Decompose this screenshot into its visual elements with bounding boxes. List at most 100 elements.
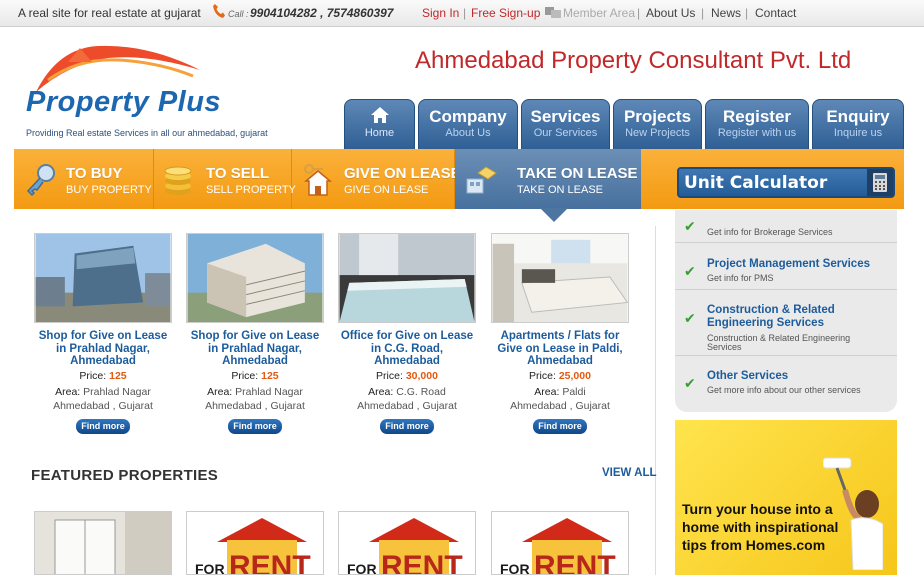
nav-tab-subtitle: About Us <box>445 127 491 139</box>
nav-tab-title: Register <box>722 107 792 126</box>
category-title: GIVE ON LEASE <box>344 165 461 182</box>
service-title: Project Management Services <box>707 258 870 270</box>
area-value: Paldi <box>562 385 586 398</box>
logo-text: Property Plus <box>26 86 222 118</box>
property-photo[interactable] <box>491 233 629 323</box>
price-value: 25,000 <box>558 369 591 382</box>
member-icon <box>545 5 561 21</box>
featured-property-photo[interactable] <box>34 511 172 575</box>
featured-property-photo[interactable]: FOR RENT <box>491 511 629 575</box>
property-title-line: Office for Give on Lease <box>340 330 474 342</box>
top-bar: A real site for real estate at gujarat C… <box>0 0 924 27</box>
tagline: A real site for real estate at gujarat <box>18 6 201 20</box>
nav-tab-subtitle: New Projects <box>625 127 690 139</box>
ad-line: Turn your house into a <box>682 501 833 517</box>
service-item-construction[interactable]: ✔ Construction & Related Engineering Ser… <box>675 290 897 356</box>
member-area-link[interactable]: Member Area <box>563 6 635 20</box>
property-price: Price: 25,000 <box>491 370 629 382</box>
category-title: TAKE ON LEASE <box>517 165 638 182</box>
find-more-button[interactable]: Find more <box>228 418 282 434</box>
nav-tab-projects[interactable]: Projects New Projects <box>613 99 702 150</box>
featured-property-photo[interactable]: FOR RENT <box>338 511 476 575</box>
nav-tab-subtitle: Register with us <box>717 127 797 139</box>
area-label: Area: <box>55 385 81 398</box>
unit-calculator-button[interactable]: Unit Calculator <box>677 167 895 198</box>
homes-ad-banner[interactable]: Turn your house into a home with inspira… <box>675 420 897 575</box>
property-photo[interactable] <box>338 233 476 323</box>
service-title: Other Services <box>707 370 789 382</box>
property-title[interactable]: Apartments / Flats for Give on Lease in P… <box>491 330 629 368</box>
category-to-buy[interactable]: TO BUY BUY PROPERTY <box>14 149 154 209</box>
property-city: Ahmedabad , Gujarat <box>205 399 305 412</box>
area-label: Area: <box>534 385 560 398</box>
for-rent-sign-icon: FOR RENT <box>195 518 311 574</box>
area-value: Prahlad Nagar <box>235 385 303 398</box>
check-icon: ✔ <box>684 310 696 326</box>
service-item-other[interactable]: ✔ Other Services Get more info about our… <box>675 356 897 402</box>
service-item-pms[interactable]: ✔ Project Management Services Get info f… <box>675 243 897 290</box>
property-area: Area: Prahlad Nagar Ahmedabad , Gujarat <box>186 385 324 413</box>
call-label: Call : <box>228 9 249 19</box>
category-give-on-lease[interactable]: GIVE ON LEASE GIVE ON LEASE <box>292 149 461 209</box>
property-title[interactable]: Shop for Give on Lease in Prahlad Nagar, A… <box>186 330 324 368</box>
nav-tab-title: Enquiry <box>826 107 890 126</box>
sign-in-link[interactable]: Sign In <box>422 6 459 20</box>
logo-subtitle: Providing Real estate Services in all ou… <box>26 128 268 138</box>
featured-heading: FEATURED PROPERTIES <box>31 467 219 484</box>
ad-text: Turn your house into a home with inspira… <box>682 500 838 554</box>
calculator-icon <box>867 169 893 196</box>
property-title[interactable]: Shop for Give on Lease in Prahlad Nagar, A… <box>34 330 172 368</box>
category-title: TO SELL <box>206 165 270 182</box>
nav-tab-enquiry[interactable]: Enquiry Inquire us <box>812 99 904 150</box>
property-city: Ahmedabad , Gujarat <box>357 399 457 412</box>
property-title[interactable]: Office for Give on Lease in C.G. Road, Ahm… <box>338 330 476 368</box>
nav-tab-title: Projects <box>623 107 692 126</box>
category-take-on-lease[interactable]: TAKE ON LEASE TAKE ON LEASE <box>455 149 641 209</box>
nav-tab-services[interactable]: Services Our Services <box>521 99 610 150</box>
services-sidebar: ✔ Get info for Brokerage Services ✔ Proj… <box>675 210 897 412</box>
property-card: Office for Give on Lease in C.G. Road, Ahm… <box>338 233 476 434</box>
home-icon <box>370 107 389 123</box>
service-item-brokerage[interactable]: ✔ Get info for Brokerage Services <box>675 210 897 243</box>
property-title-line: Shop for Give on Lease <box>38 330 168 342</box>
featured-property-photo[interactable]: FOR RENT <box>186 511 324 575</box>
view-all-link[interactable]: VIEW ALL <box>602 467 657 479</box>
find-more-button[interactable]: Find more <box>380 418 434 434</box>
price-value: 125 <box>109 369 127 382</box>
price-label: Price: <box>376 369 403 382</box>
property-title-line: in Prahlad Nagar, <box>56 342 150 355</box>
nav-tab-label: Home <box>364 127 395 139</box>
sign-up-link[interactable]: Free Sign-up <box>471 6 540 20</box>
site-logo[interactable]: Property Plus Providing Real estate Serv… <box>22 40 302 140</box>
property-area: Area: C.G. Road Ahmedabad , Gujarat <box>338 385 476 413</box>
separator: | <box>637 6 641 20</box>
about-us-link[interactable]: About Us <box>646 6 695 20</box>
property-photo[interactable] <box>186 233 324 323</box>
property-title-line: Give on Lease in Paldi, <box>497 342 623 355</box>
property-title-line: in C.G. Road, <box>370 342 444 355</box>
news-link[interactable]: News <box>711 6 741 20</box>
unit-calculator-label: Unit Calculator <box>684 173 828 193</box>
property-card: Shop for Give on Lease in Prahlad Nagar, A… <box>34 233 172 434</box>
property-title-line: Ahmedabad <box>222 355 288 367</box>
property-city: Ahmedabad , Gujarat <box>510 399 610 412</box>
service-description: Get info for PMS <box>707 273 774 283</box>
key-icon <box>26 164 55 197</box>
nav-tab-home[interactable]: Home <box>344 99 415 150</box>
property-title-line: Apartments / Flats for <box>500 330 620 342</box>
nav-tab-title: Services <box>530 107 601 126</box>
check-icon: ✔ <box>684 375 696 391</box>
find-more-button[interactable]: Find more <box>76 418 130 434</box>
category-to-sell[interactable]: TO SELL SELL PROPERTY <box>154 149 296 209</box>
svg-text:FOR: FOR <box>500 561 530 575</box>
find-more-button[interactable]: Find more <box>533 418 587 434</box>
for-rent-sign-icon: FOR RENT <box>500 518 616 575</box>
property-city: Ahmedabad , Gujarat <box>53 399 153 412</box>
ad-line: tips from Homes.com <box>682 537 826 553</box>
column-divider <box>655 226 656 575</box>
nav-tab-register[interactable]: Register Register with us <box>705 99 809 150</box>
property-photo[interactable] <box>34 233 172 323</box>
contact-link[interactable]: Contact <box>755 6 796 20</box>
nav-tab-company[interactable]: Company About Us <box>418 99 518 150</box>
separator: | <box>701 6 705 20</box>
